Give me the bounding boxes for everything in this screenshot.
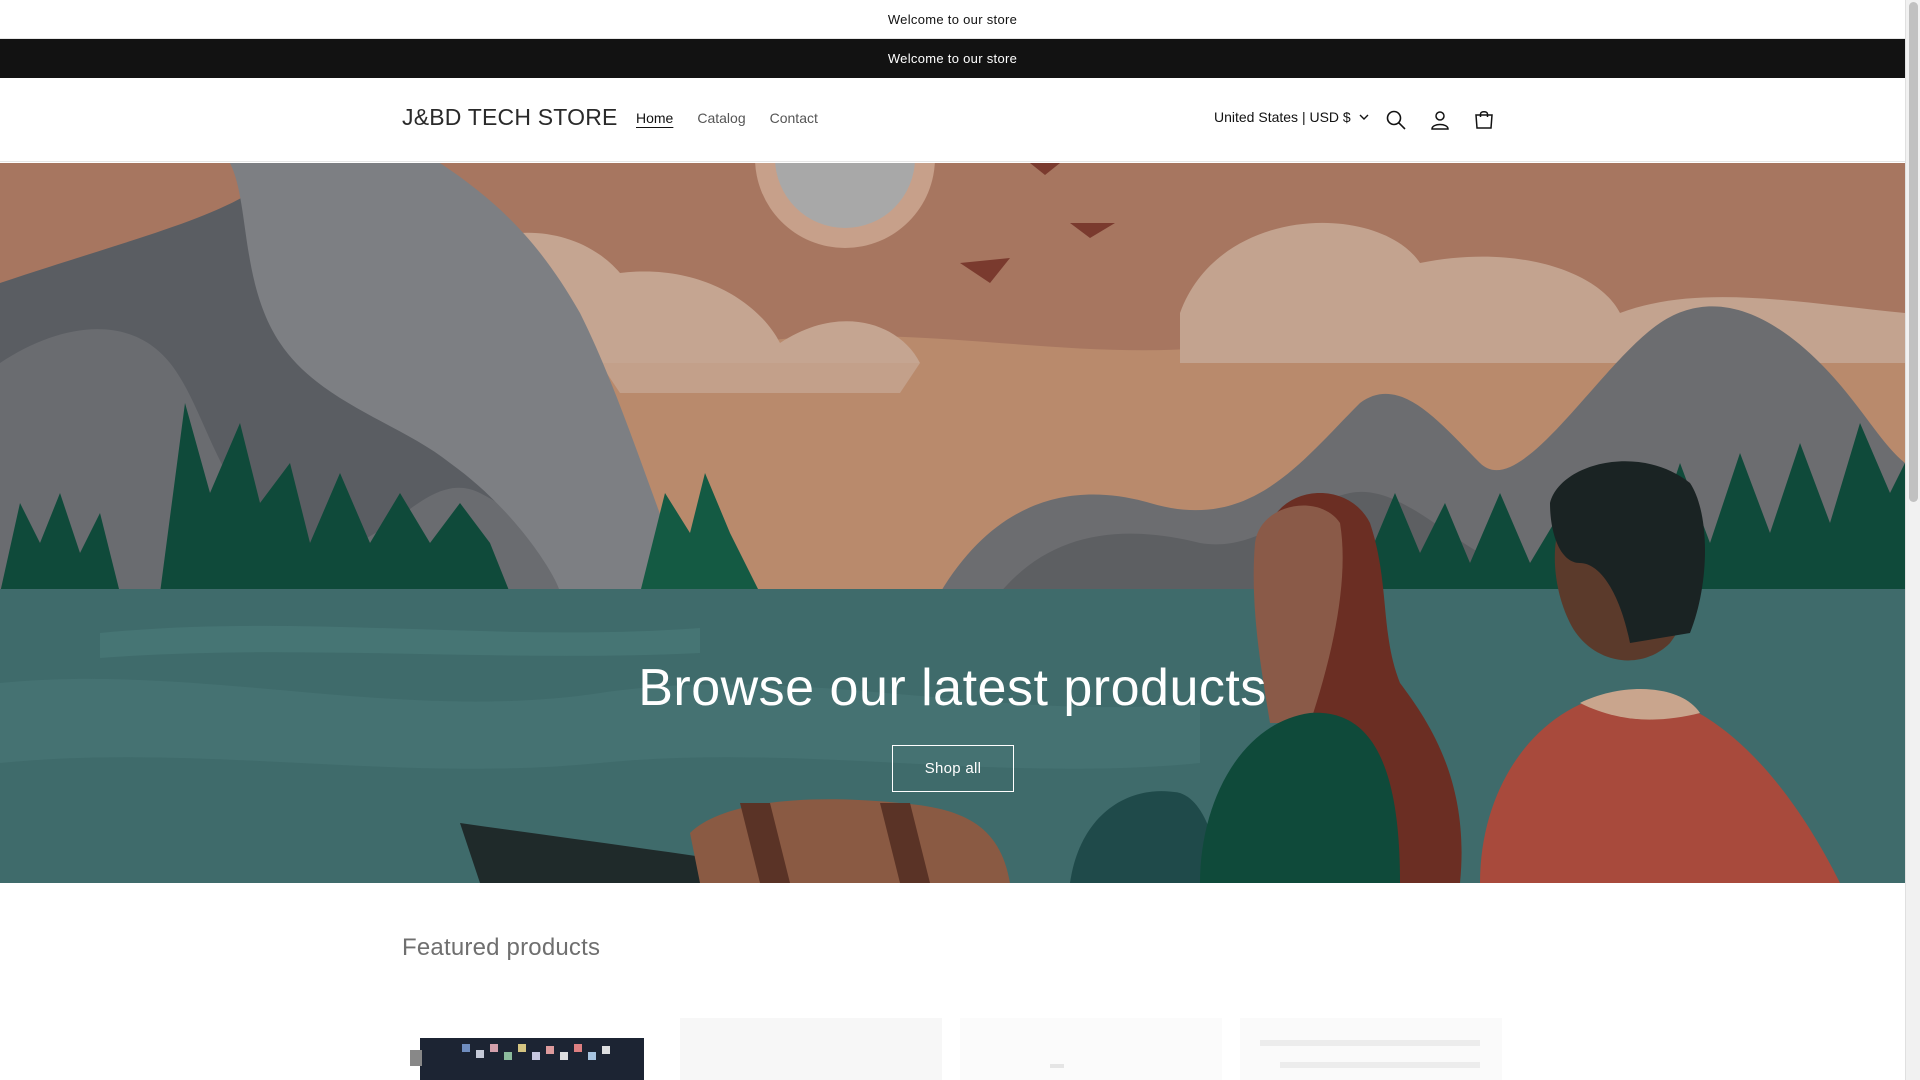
product-card[interactable] (1240, 1010, 1502, 1080)
hero-title: Browse our latest products (638, 659, 1267, 717)
announcement-bar-light: Welcome to our store (0, 0, 1905, 39)
main-nav: Home Catalog Contact (624, 110, 830, 126)
storefront-page: Welcome to our store Welcome to our stor… (0, 0, 1905, 1080)
product-image (410, 1038, 644, 1080)
shop-all-button[interactable]: Shop all (892, 745, 1014, 792)
locale-label: United States | USD $ (1214, 109, 1351, 125)
site-header: J&BD TECH STORE Home Catalog Contact Uni… (0, 78, 1905, 162)
nav-contact-link[interactable]: Contact (758, 110, 830, 126)
account-button[interactable] (1418, 104, 1462, 136)
announcement-bar-dark: Welcome to our store (0, 39, 1905, 78)
product-card[interactable] (680, 1010, 942, 1080)
product-image (960, 1018, 1222, 1080)
product-image (1240, 1018, 1502, 1080)
announcement-text: Welcome to our store (887, 11, 1018, 27)
nav-home-link[interactable]: Home (624, 110, 685, 126)
cart-button[interactable] (1462, 104, 1506, 136)
hero-banner: Browse our latest products Shop all (0, 163, 1905, 883)
page-scrollbar[interactable] (1905, 0, 1920, 1080)
search-button[interactable] (1374, 104, 1418, 136)
product-card[interactable] (402, 1010, 664, 1080)
store-logo[interactable]: J&BD TECH STORE (402, 104, 618, 131)
account-icon (1431, 111, 1449, 130)
product-image (680, 1018, 942, 1080)
cart-icon (1475, 111, 1493, 129)
country-currency-selector[interactable]: United States | USD $ (1214, 109, 1369, 125)
product-card[interactable] (960, 1010, 1222, 1080)
chevron-down-icon (1359, 114, 1369, 120)
scroll-thumb[interactable] (1909, 2, 1918, 502)
announcement-text: Welcome to our store (887, 51, 1018, 66)
search-icon (1386, 110, 1406, 130)
featured-products-heading: Featured products (402, 934, 601, 961)
nav-catalog-link[interactable]: Catalog (685, 110, 757, 126)
